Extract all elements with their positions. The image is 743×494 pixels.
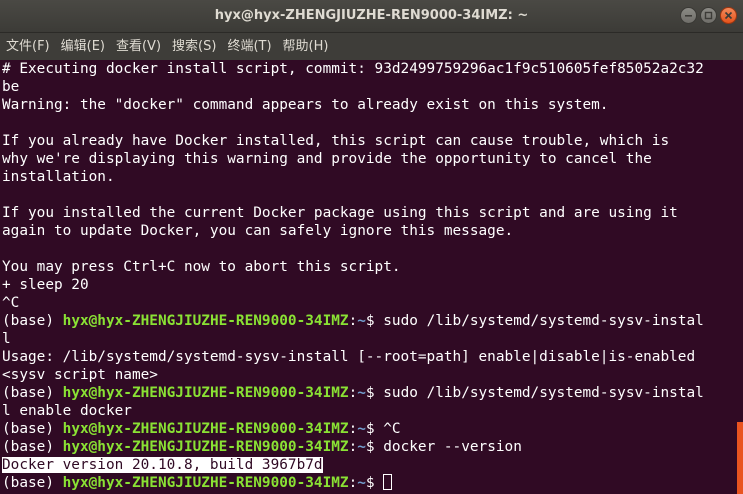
output-line: l enable docker: [2, 403, 132, 419]
prompt-path: ~: [357, 439, 366, 455]
menu-search[interactable]: 搜索(S): [167, 33, 221, 60]
window-title: hyx@hyx-ZHENGJIUZHE-REN9000-34IMZ: ~: [214, 8, 529, 23]
prompt-env: (base): [2, 475, 63, 491]
prompt-colon: :: [348, 439, 358, 455]
close-button[interactable]: [720, 7, 737, 24]
prompt-path: ~: [357, 313, 366, 329]
prompt-env: (base): [2, 313, 63, 329]
output-line: l: [2, 331, 11, 347]
maximize-icon: [704, 11, 713, 20]
scrollbar-thumb[interactable]: [737, 422, 743, 494]
output-line: If you installed the current Docker pack…: [2, 205, 678, 221]
prompt-dollar: $: [365, 385, 384, 401]
output-line: + sleep 20: [2, 277, 89, 293]
output-line: why we're displaying this warning and pr…: [2, 151, 652, 167]
output-line: Docker version 20.10.8, build 3967b7d: [0, 456, 737, 474]
minimize-icon: [685, 15, 692, 17]
output-line: Warning: the "docker" command appears to…: [2, 97, 609, 113]
prompt-env: (base): [2, 385, 63, 401]
prompt-path: ~: [357, 475, 366, 491]
output-line: ^C: [2, 295, 20, 311]
menu-file[interactable]: 文件(F): [1, 33, 55, 60]
command-text: sudo /lib/systemd/systemd-sysv-instal: [383, 385, 704, 401]
prompt-user-host: hyx@hyx-ZHENGJIUZHE-REN9000-34IMZ: [62, 421, 349, 437]
output-line: installation.: [2, 169, 115, 185]
active-prompt-line[interactable]: (base) hyx@hyx-ZHENGJIUZHE-REN9000-34IMZ…: [0, 474, 737, 492]
prompt-dollar: $: [365, 439, 384, 455]
window-controls: [680, 7, 737, 24]
menu-terminal[interactable]: 终端(T): [222, 33, 276, 60]
output-line: be: [2, 79, 20, 95]
command-text: docker --version: [383, 439, 522, 455]
prompt-user-host: hyx@hyx-ZHENGJIUZHE-REN9000-34IMZ: [62, 385, 349, 401]
selected-text[interactable]: Docker version 20.10.8, build 3967b7d: [2, 457, 323, 473]
prompt-path: ~: [357, 421, 366, 437]
output-line: Usage: /lib/systemd/systemd-sysv-install…: [2, 349, 696, 365]
prompt-colon: :: [348, 421, 358, 437]
prompt-colon: :: [348, 385, 358, 401]
title-bar[interactable]: hyx@hyx-ZHENGJIUZHE-REN9000-34IMZ: ~: [0, 0, 743, 33]
menu-edit[interactable]: 编辑(E): [56, 33, 110, 60]
prompt-line: (base) hyx@hyx-ZHENGJIUZHE-REN9000-34IMZ…: [0, 312, 737, 330]
scrollbar[interactable]: [737, 60, 743, 494]
prompt-colon: :: [348, 475, 358, 491]
menu-view[interactable]: 查看(V): [111, 33, 166, 60]
menu-help[interactable]: 帮助(H): [278, 33, 334, 60]
output-line: # Executing docker install script, commi…: [2, 61, 704, 77]
command-text: sudo /lib/systemd/systemd-sysv-instal: [383, 313, 704, 329]
command-text: ^C: [383, 421, 401, 437]
prompt-user-host: hyx@hyx-ZHENGJIUZHE-REN9000-34IMZ: [62, 313, 349, 329]
output-line: You may press Ctrl+C now to abort this s…: [2, 259, 401, 275]
prompt-dollar: $: [365, 313, 384, 329]
prompt-user-host: hyx@hyx-ZHENGJIUZHE-REN9000-34IMZ: [62, 475, 349, 491]
prompt-user-host: hyx@hyx-ZHENGJIUZHE-REN9000-34IMZ: [62, 439, 349, 455]
close-icon: [724, 11, 733, 20]
prompt-line: (base) hyx@hyx-ZHENGJIUZHE-REN9000-34IMZ…: [0, 420, 737, 438]
prompt-dollar: $: [365, 475, 384, 491]
prompt-dollar: $: [365, 421, 384, 437]
minimize-button[interactable]: [680, 7, 697, 24]
prompt-colon: :: [348, 313, 358, 329]
prompt-line: (base) hyx@hyx-ZHENGJIUZHE-REN9000-34IMZ…: [0, 438, 737, 456]
terminal-window: hyx@hyx-ZHENGJIUZHE-REN9000-34IMZ: ~ 文件(…: [0, 0, 743, 494]
prompt-line: (base) hyx@hyx-ZHENGJIUZHE-REN9000-34IMZ…: [0, 384, 737, 402]
prompt-path: ~: [357, 385, 366, 401]
terminal-output[interactable]: # Executing docker install script, commi…: [0, 60, 737, 494]
prompt-env: (base): [2, 439, 63, 455]
text-cursor[interactable]: [383, 474, 393, 490]
output-line: again to update Docker, you can safely i…: [2, 223, 514, 239]
maximize-button[interactable]: [700, 7, 717, 24]
output-line: <sysv script name>: [2, 367, 158, 383]
output-line: If you already have Docker installed, th…: [2, 133, 670, 149]
menu-bar: 文件(F) 编辑(E) 查看(V) 搜索(S) 终端(T) 帮助(H): [0, 33, 743, 60]
prompt-env: (base): [2, 421, 63, 437]
